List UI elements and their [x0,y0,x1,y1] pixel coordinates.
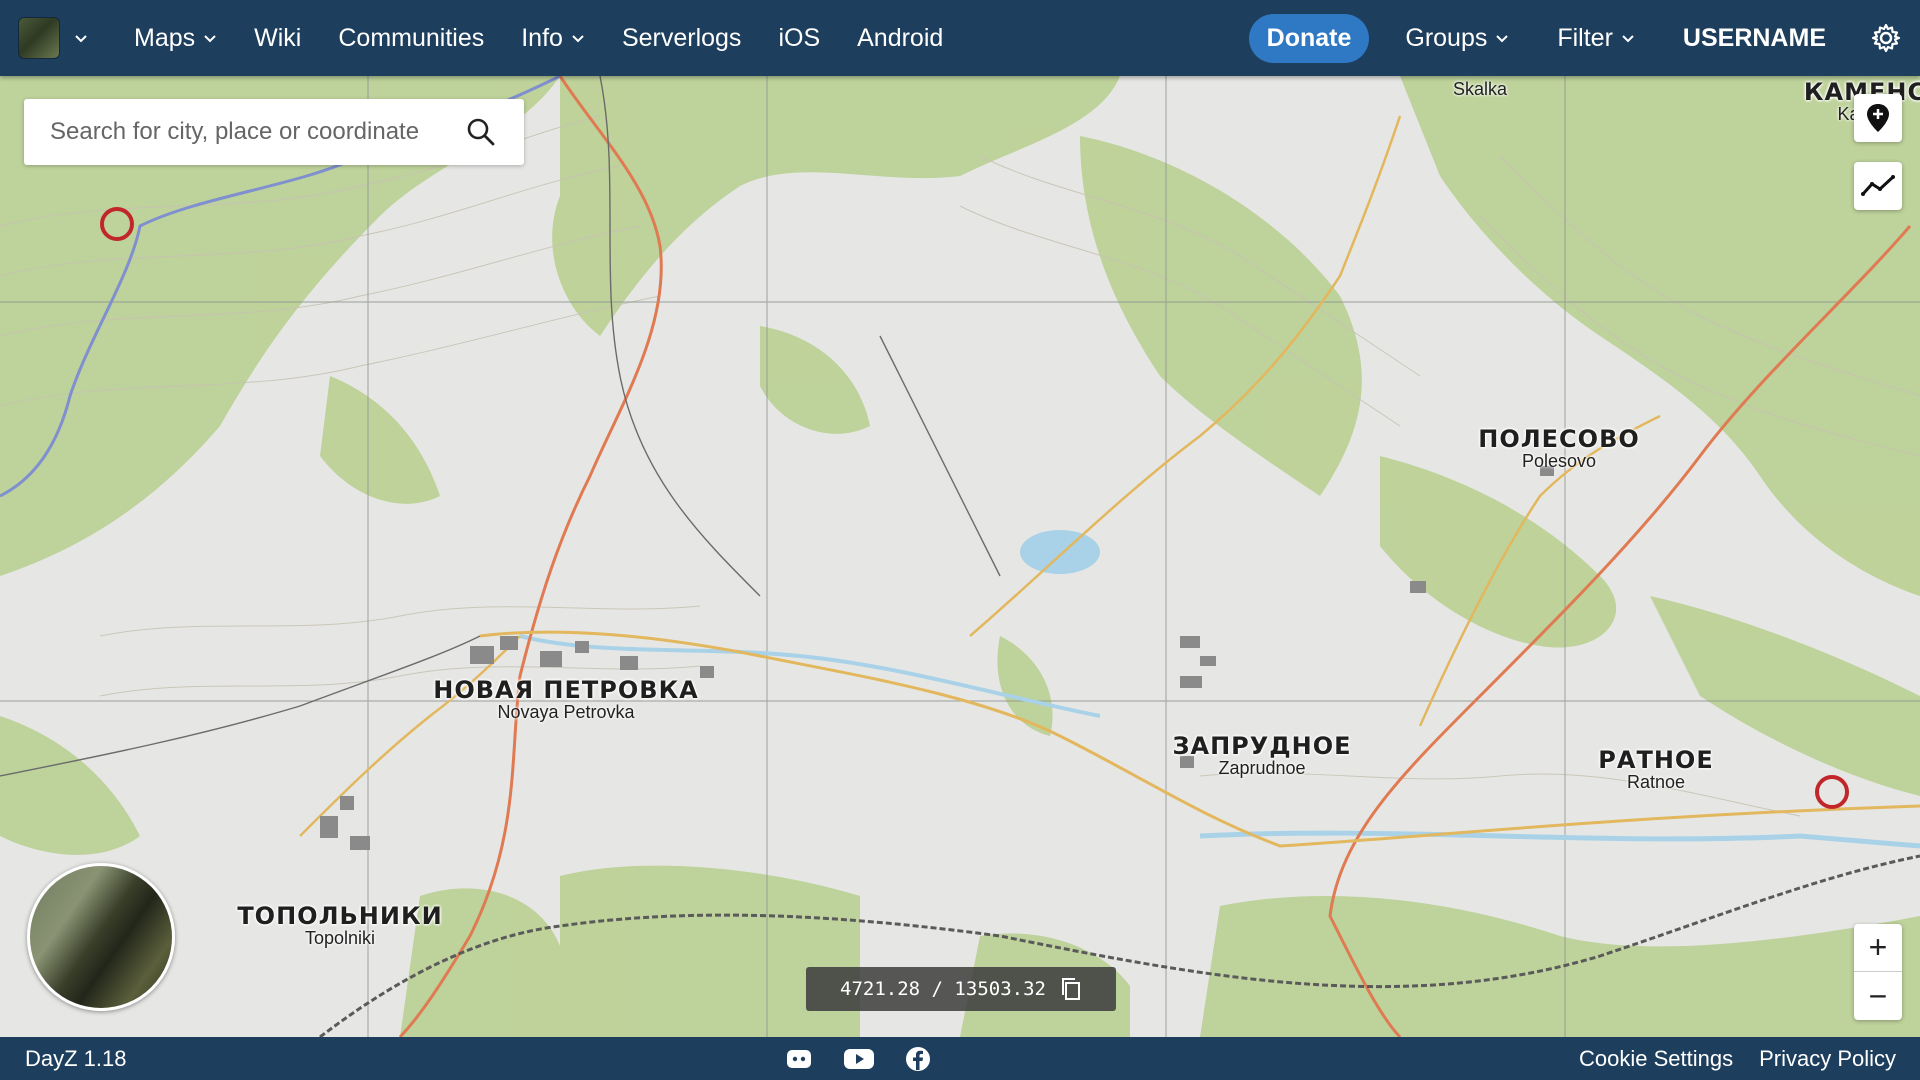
city-name-ru: ПОЛЕСОВО [1478,425,1640,453]
city-name-ru: ЗАПРУДНОЕ [1172,732,1352,760]
zoom-control: + − [1854,924,1902,1020]
chevron-down-icon [1622,35,1634,43]
footer-links: Cookie Settings Privacy Policy [1579,1046,1896,1072]
chevron-down-icon [1496,35,1509,43]
city-name-en: Polesovo [1521,451,1597,471]
nav-info-label: Info [521,23,563,52]
game-version: DayZ 1.18 [25,1045,127,1071]
coordinate-display: 4721.28 / 13503.32 [806,967,1116,1011]
social-links [785,1046,931,1072]
nav-android[interactable]: Android [857,24,943,53]
city-label-zaprudnoe[interactable]: ЗАПРУДНОЕ Zaprudnoe [1172,732,1351,779]
privacy-policy-link[interactable]: Privacy Policy [1759,1046,1896,1072]
nav-ios-label: iOS [778,23,821,52]
coordinate-text: 4721.28 / 13503.32 [840,978,1046,1000]
nav-wiki[interactable]: Wiki [254,24,301,53]
cookie-settings-link[interactable]: Cookie Settings [1579,1046,1733,1072]
city-name-en: Ratnoe [1626,772,1686,792]
nav-serverlogs-label: Serverlogs [621,23,742,52]
nav-ios[interactable]: iOS [778,24,820,53]
zoom-out-button[interactable]: − [1854,972,1902,1020]
line-chart-icon [1861,175,1895,196]
draw-line-button[interactable] [1854,162,1902,210]
city-label-ratnoe[interactable]: РАТНОЕ Ratnoe [1598,746,1713,793]
nav-communities[interactable]: Communities [338,24,484,53]
city-label-topolniki[interactable]: ТОПОЛЬНИКИ Topolniki [237,902,442,949]
zoom-in-button[interactable]: + [1854,924,1902,972]
right-nav: Donate Groups Filter USERNAME [1248,0,1920,76]
nav-wiki-label: Wiki [254,23,302,52]
filter-label: Filter [1557,23,1613,52]
nav-communities-label: Communities [338,23,485,52]
filter-dropdown[interactable]: Filter [1557,24,1635,53]
city-name-en: Novaya Petrovka [497,702,635,722]
city-name-ru: ТОПОЛЬНИКИ [237,902,443,930]
top-navbar: Maps Wiki Communities Info Serverlogs iO… [0,0,1920,76]
facebook-icon[interactable] [905,1046,931,1072]
username-menu[interactable]: USERNAME [1683,24,1826,53]
footer: DayZ 1.18 Cookie Settings Privacy Policy [0,1037,1920,1080]
nav-info[interactable]: Info [521,24,585,53]
groups-dropdown[interactable]: Groups [1405,24,1509,53]
youtube-icon[interactable] [843,1047,875,1071]
city-label-polesovo[interactable]: ПОЛЕСОВО Polesovo [1478,425,1640,472]
nav-android-label: Android [857,23,944,52]
map-pin-plus-icon [1867,104,1889,132]
city-name-ru: НОВАЯ ПЕТРОВКА [433,676,699,704]
search-input[interactable] [24,118,454,146]
chevron-down-icon[interactable] [74,31,88,45]
nav-maps[interactable]: Maps [134,24,217,53]
map-canvas[interactable]: НОВАЯ ПЕТРОВКА Novaya Petrovka ЗАПРУДНОЕ… [0,76,1920,1037]
city-name-en: Topolniki [304,928,376,948]
search-icon[interactable] [466,117,496,147]
nav-serverlogs[interactable]: Serverlogs [622,24,742,53]
add-marker-button[interactable] [1854,94,1902,142]
chevron-down-icon [572,35,584,43]
donate-button[interactable]: Donate [1248,13,1370,63]
search-box [24,99,524,165]
city-label-novaya-petrovka[interactable]: НОВАЯ ПЕТРОВКА Novaya Petrovka [433,676,699,723]
discord-icon[interactable] [785,1047,813,1071]
map-terrain [0,76,1920,1037]
groups-label: Groups [1405,23,1488,52]
nav-maps-label: Maps [134,23,196,52]
city-name-ru: РАТНОЕ [1598,746,1714,774]
app-logo[interactable] [18,17,60,59]
main-nav: Maps Wiki Communities Info Serverlogs iO… [134,24,980,53]
city-name-en: Zaprudnoe [1218,758,1306,778]
chevron-down-icon [204,35,216,43]
minimap-layer-toggle[interactable] [27,863,175,1011]
place-label-skalka[interactable]: Skalka [1453,79,1507,100]
gear-icon[interactable] [1870,22,1902,54]
copy-icon[interactable] [1060,977,1082,1001]
